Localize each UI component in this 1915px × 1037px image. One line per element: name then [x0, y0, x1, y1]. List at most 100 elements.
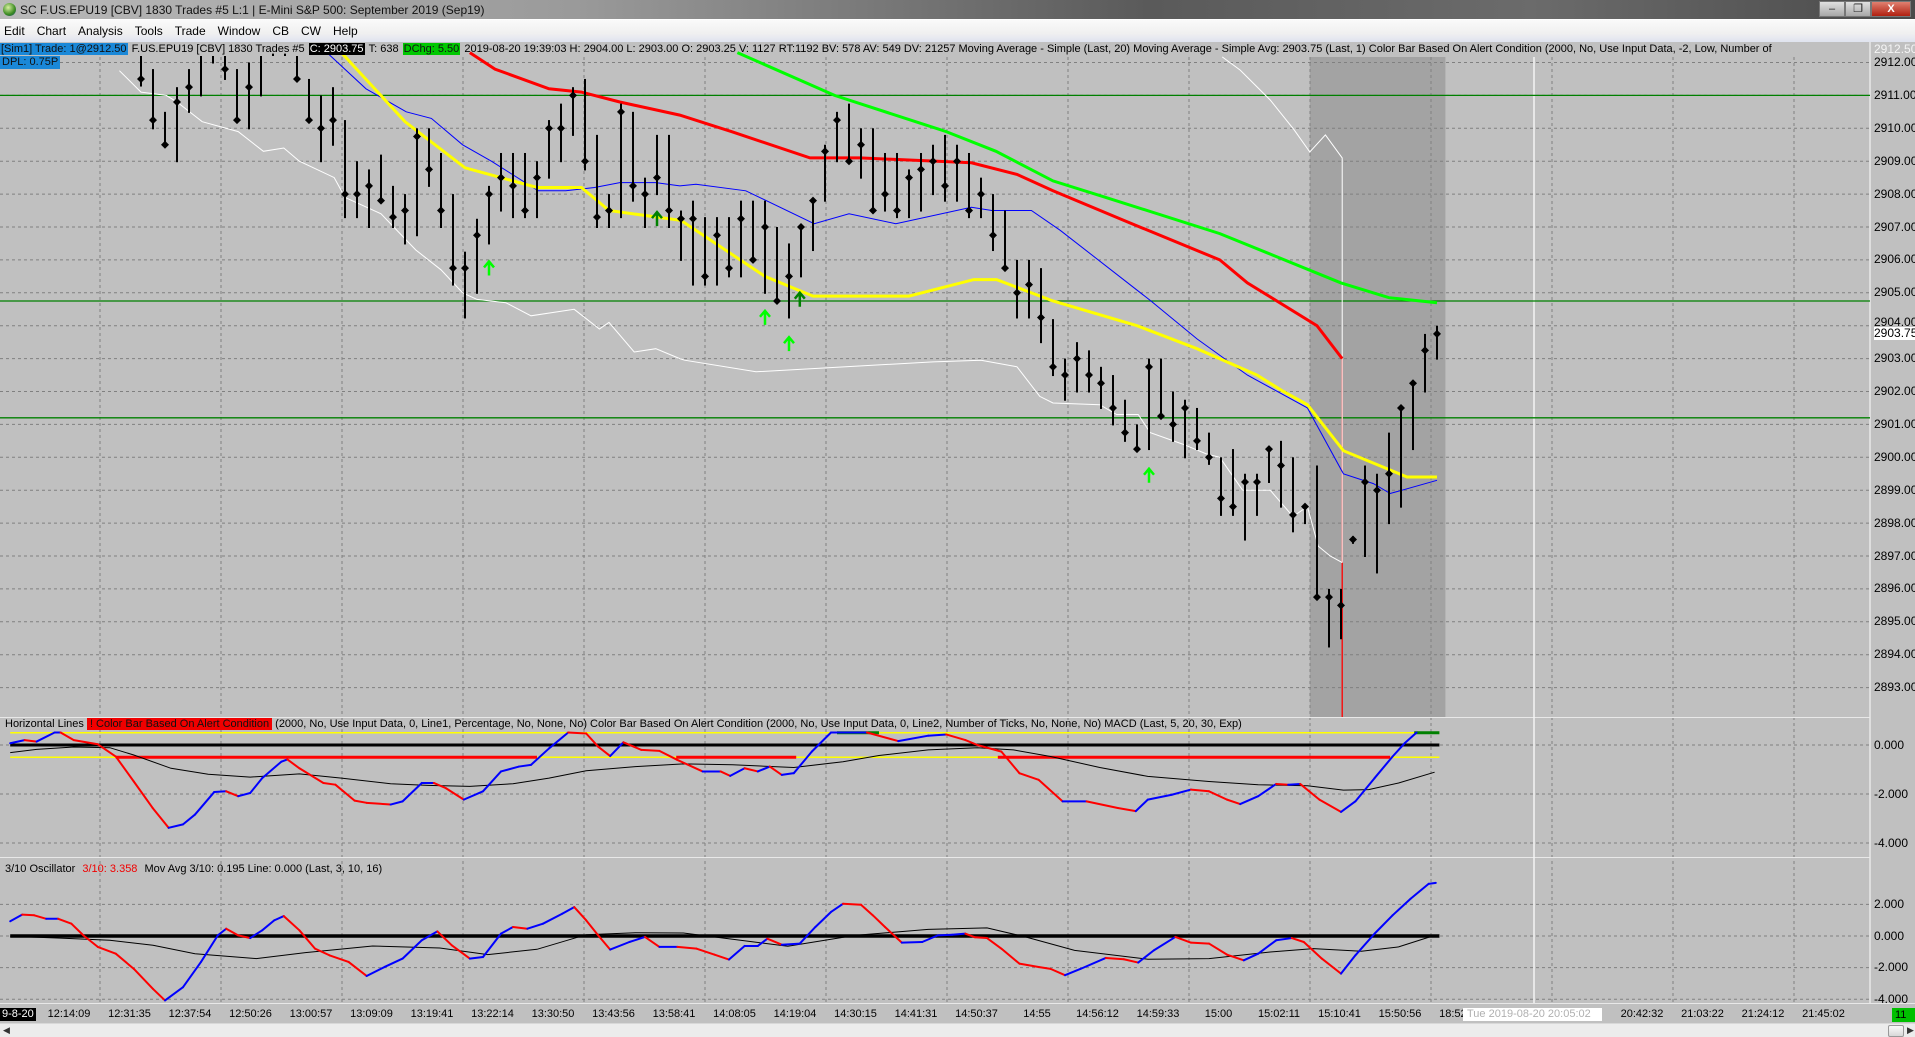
price-axis-label: 2896.00: [1874, 581, 1915, 596]
price-axis-label: 2906.00: [1874, 252, 1915, 267]
time-axis-label: 14:55: [1023, 1008, 1051, 1020]
tick-count: T: 638: [368, 43, 399, 55]
oscillator-axis-label: 0.000: [1874, 928, 1905, 943]
price-axis-label: 2899.00: [1874, 482, 1915, 497]
oscillator-line-segment: [780, 942, 801, 946]
time-axis-label: 20:42:32: [1620, 1008, 1664, 1020]
macd-study-params: (2000, No, Use Input Data, 0, Line1, Per…: [275, 718, 1242, 730]
oscillator-axis-label: -2.000: [1874, 960, 1909, 975]
last-close-badge: C: 2903.75: [308, 43, 365, 55]
macd-axis-label: 0.000: [1874, 737, 1905, 752]
price-axis-label: 2907.00: [1874, 219, 1915, 234]
time-axis-label: 21:03:22: [1681, 1008, 1724, 1020]
daily-change-badge: DChg: 5.50: [402, 43, 461, 55]
dpl-badge: DPL: 0.75P: [0, 56, 61, 69]
oscillator-line-segment: [936, 933, 954, 937]
time-axis-label: 15:50:56: [1378, 1008, 1422, 1020]
menu-edit[interactable]: Edit: [4, 24, 25, 38]
scroll-left-arrow-icon[interactable]: ◀: [3, 1025, 10, 1036]
menu-analysis[interactable]: Analysis: [78, 24, 123, 38]
time-axis-label: 13:58:41: [652, 1008, 696, 1020]
oscillator-line-segment: [1190, 941, 1210, 945]
time-axis-label: 12:37:54: [168, 1008, 212, 1020]
price-axis-label: 2910.00: [1874, 120, 1915, 135]
oscillator-line-segment: [900, 941, 924, 944]
oscillator-line-segment: [21, 913, 36, 917]
time-axis-label: 14:50:37: [955, 1008, 998, 1020]
date-box: 9-8-20: [0, 1008, 36, 1021]
macd-line-segment: [567, 731, 588, 735]
menu-tools[interactable]: Tools: [135, 24, 163, 38]
oscillator-line-segment: [951, 932, 967, 936]
horizontal-lines-study[interactable]: Horizontal Lines: [5, 718, 84, 730]
time-axis-label: 12:14:09: [47, 1008, 91, 1020]
sim-trade-badge[interactable]: [Sim1] Trade: 1@2912.50: [0, 43, 128, 55]
horizontal-scrollbar[interactable]: ◀ ▶: [0, 1023, 1915, 1037]
oscillator-line-segment: [842, 902, 862, 906]
close-button[interactable]: X: [1871, 1, 1911, 17]
macd-line-segment: [640, 748, 661, 752]
symbol-info: F.US.EPU19 [CBV] 1830 Trades #5: [131, 43, 305, 55]
price-axis-label: 2898.00: [1874, 515, 1915, 530]
app-globe-icon: [3, 3, 16, 16]
bars-count-box: 11 B: [1892, 1008, 1915, 1022]
time-axis-label: 14:41:31: [894, 1008, 938, 1020]
menu-cw[interactable]: CW: [301, 24, 321, 38]
window-title-bar: SC F.US.EPU19 [CBV] 1830 Trades #5 L:1 |…: [0, 0, 1915, 19]
time-axis-label: 14:59:33: [1136, 1008, 1180, 1020]
time-axis-label: 14:19:04: [773, 1008, 817, 1020]
time-axis-label: 15:00: [1204, 1008, 1233, 1020]
scroll-right-arrow-icon[interactable]: ▶: [1907, 1025, 1914, 1036]
cursor-time-box: Tue 2019-08-20 20:05:02: [1463, 1008, 1602, 1021]
oscillator-study-name[interactable]: 3/10 Oscillator: [5, 863, 75, 875]
menu-chart[interactable]: Chart: [37, 24, 66, 38]
menu-help[interactable]: Help: [333, 24, 358, 38]
price-axis-label: 2905.00: [1874, 285, 1915, 300]
price-axis-label: 2901.00: [1874, 416, 1915, 431]
time-axis-label: 12:50:26: [229, 1008, 272, 1020]
menu-window[interactable]: Window: [218, 24, 261, 38]
restore-button[interactable]: ❐: [1845, 1, 1871, 17]
price-axis-label: 2902.00: [1874, 384, 1915, 398]
menu-bar: Edit Chart Analysis Tools Trade Window C…: [0, 19, 1915, 42]
price-axis-label: 2895.00: [1874, 614, 1915, 629]
time-axis-label: 14:56:12: [1076, 1008, 1119, 1020]
price-axis-label: 2900.00: [1874, 449, 1915, 464]
bar-stats-and-studies: 2019-08-20 19:39:03 H: 2904.00 L: 2903.0…: [464, 43, 1772, 55]
price-axis-label: 2908.00: [1874, 186, 1915, 201]
price-axis-label: 2897.00: [1874, 548, 1915, 563]
macd-line-segment: [927, 733, 948, 737]
oscillator-params: Mov Avg 3/10: 0.195 Line: 0.000 (Last, 3…: [144, 863, 383, 875]
time-axis: 9-8-20 12:14:09 12:31:35 12:37:54 12:50:26 1…: [0, 1003, 1915, 1023]
oscillator-line-segment: [1104, 956, 1125, 961]
menu-trade[interactable]: Trade: [175, 24, 206, 38]
macd-line-segment: [1275, 782, 1290, 786]
price-axis-label: 2909.00: [1874, 153, 1915, 168]
macd-line-segment: [213, 790, 228, 794]
alert-condition-study[interactable]: ! Color Bar Based On Alert Condition: [86, 718, 273, 730]
menu-cb[interactable]: CB: [272, 24, 289, 38]
oscillator-pane-label: 3/10 Oscillator 3/10: 3.358 Mov Avg 3/10…: [5, 863, 382, 876]
time-axis-label: 13:00:57: [289, 1008, 333, 1020]
minimize-button[interactable]: –: [1819, 1, 1845, 17]
macd-axis-label: -2.000: [1874, 786, 1909, 801]
time-axis-label: 15:10:41: [1318, 1008, 1361, 1020]
time-axis-label: 21:24:12: [1741, 1008, 1785, 1020]
time-axis-label: 14:08:05: [713, 1008, 756, 1020]
price-axis-label-partial: 2912.50: [1874, 41, 1915, 56]
time-axis-label: 13:43:56: [592, 1008, 635, 1020]
macd-axis-label: -4.000: [1874, 835, 1909, 850]
time-axis-label: 13:09:09: [350, 1008, 393, 1020]
time-axis-label: 12:31:35: [108, 1008, 151, 1020]
price-axis-label: 2894.00: [1874, 647, 1915, 662]
oscillator-value: 3/10: 3.358: [82, 863, 138, 875]
chart-canvas[interactable]: [0, 42, 1915, 1003]
time-axis-label: 13:19:41: [410, 1008, 454, 1020]
time-axis-label: 13:30:50: [531, 1008, 575, 1020]
scrollbar-thumb[interactable]: [1888, 1025, 1904, 1037]
current-price-label: 2903.75: [1874, 327, 1915, 341]
time-axis-label: 21:45:02: [1802, 1008, 1845, 1020]
oscillator-axis-label: 2.000: [1874, 896, 1905, 911]
time-axis-label: 14:30:15: [834, 1008, 877, 1020]
chart-info-line: [Sim1] Trade: 1@2912.50 F.US.EPU19 [CBV]…: [0, 42, 1870, 56]
